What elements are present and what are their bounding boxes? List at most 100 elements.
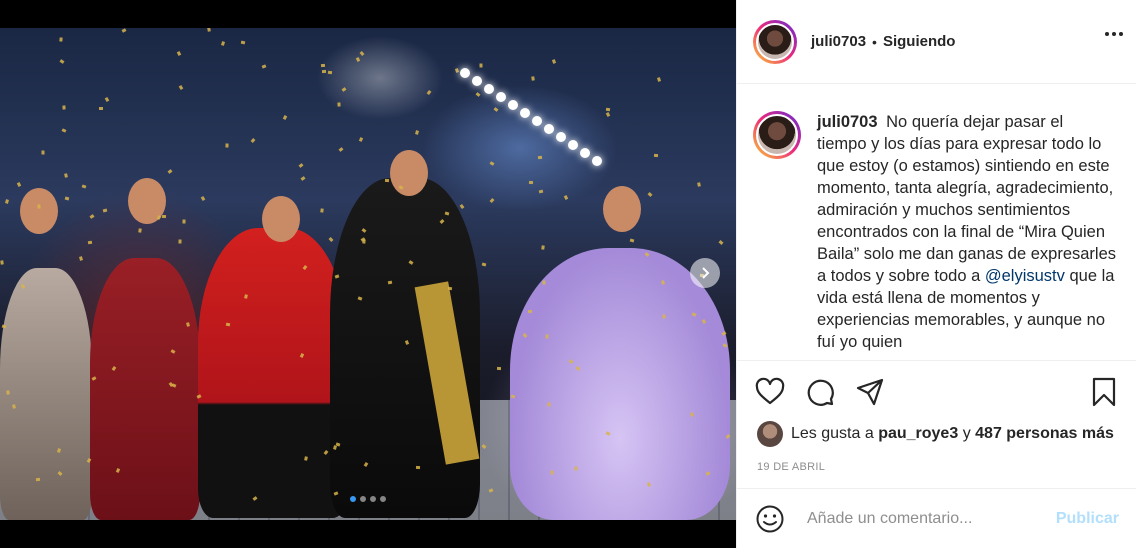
liker-username[interactable]: pau_roye3: [878, 425, 958, 443]
confetti: [186, 322, 190, 327]
carousel-dot: [370, 496, 376, 502]
confetti: [358, 137, 364, 142]
confetti: [104, 97, 110, 102]
confetti: [327, 70, 333, 75]
confetti: [35, 477, 41, 482]
separator-dot: •: [872, 33, 877, 50]
confetti: [538, 189, 544, 194]
stage-light: [544, 124, 554, 134]
follow-status-button[interactable]: Siguiendo: [883, 33, 956, 50]
likes-count-link[interactable]: 487 personas más: [975, 425, 1114, 443]
confetti: [527, 309, 533, 314]
caption-text: No quería dejar pasar el tiempo y los dí…: [817, 113, 1117, 285]
liker-avatar[interactable]: [757, 421, 783, 447]
confetti: [250, 138, 256, 143]
confetti: [99, 107, 103, 110]
add-comment-bar: Publicar: [737, 488, 1136, 548]
confetti: [444, 211, 450, 216]
heart-icon[interactable]: [755, 377, 785, 407]
confetti: [528, 180, 534, 185]
stage-light: [508, 100, 518, 110]
confetti: [161, 214, 167, 219]
confetti: [121, 28, 127, 33]
confetti: [87, 240, 93, 245]
confetti: [341, 87, 347, 92]
post-media: [0, 0, 736, 548]
confetti: [0, 260, 4, 265]
comment-input[interactable]: [807, 509, 1056, 528]
confetti: [656, 77, 662, 82]
confetti: [321, 69, 327, 74]
head: [603, 186, 641, 232]
confetti: [138, 228, 142, 233]
confetti: [167, 169, 173, 174]
caption-username[interactable]: juli0703: [817, 113, 878, 131]
confetti: [12, 404, 16, 409]
confetti: [537, 155, 543, 160]
author-username[interactable]: juli0703: [811, 33, 866, 50]
confetti: [718, 240, 724, 245]
chevron-right-icon: [702, 267, 710, 279]
stage-light: [580, 148, 590, 158]
next-slide-button[interactable]: [690, 258, 720, 288]
emoji-icon[interactable]: [755, 504, 785, 534]
post-header: juli0703 • Siguiendo: [737, 0, 1136, 84]
confetti: [531, 76, 535, 81]
confetti: [629, 238, 635, 243]
more-options-icon[interactable]: [1105, 32, 1123, 36]
comment-icon[interactable]: [805, 377, 835, 407]
confetti: [298, 163, 304, 168]
comments-section[interactable]: juli0703 No quería dejar pasar el tiempo…: [737, 85, 1136, 360]
post-date[interactable]: 19 DE ABRIL: [757, 461, 825, 473]
confetti: [89, 214, 95, 219]
confetti: [282, 115, 288, 120]
confetti: [178, 85, 184, 90]
share-icon[interactable]: [855, 377, 885, 407]
likes-prefix: Les gusta a: [791, 425, 874, 442]
confetti: [493, 107, 499, 112]
host-lilac-gown: [510, 248, 730, 520]
confetti: [337, 102, 341, 107]
confetti: [355, 57, 361, 62]
author-avatar[interactable]: [753, 19, 797, 64]
confetti: [545, 334, 549, 339]
dancer-silver-dress: [0, 268, 92, 520]
confetti: [653, 153, 659, 158]
likes-summary: Les gusta a pau_roye3 y 487 personas más: [757, 421, 1114, 447]
confetti: [697, 182, 701, 187]
confetti: [550, 470, 554, 475]
avatar-image: [756, 114, 798, 156]
confetti: [261, 64, 267, 69]
post-photo[interactable]: [0, 28, 736, 520]
caption-author-avatar[interactable]: [753, 111, 801, 159]
confetti: [41, 150, 45, 155]
confetti: [496, 366, 502, 371]
confetti: [300, 176, 306, 181]
confetti: [178, 239, 182, 244]
confetti: [384, 178, 390, 183]
bookmark-icon[interactable]: [1089, 377, 1119, 407]
caption-mention-link[interactable]: @elyisustv: [985, 267, 1065, 285]
confetti: [102, 208, 108, 213]
stage-light: [532, 116, 542, 126]
confetti: [426, 90, 432, 95]
carousel-dots: [0, 496, 736, 502]
confetti: [475, 92, 481, 97]
confetti: [661, 280, 665, 285]
confetti: [479, 63, 483, 68]
confetti: [328, 237, 334, 242]
publish-button[interactable]: Publicar: [1056, 510, 1119, 528]
stage-light: [520, 108, 530, 118]
confetti: [156, 215, 162, 220]
avatar-image: [756, 22, 794, 61]
confetti: [542, 280, 546, 285]
confetti: [176, 51, 182, 56]
confetti: [415, 130, 419, 135]
confetti: [481, 262, 487, 267]
confetti: [207, 28, 211, 32]
confetti: [182, 219, 186, 224]
confetti: [547, 402, 551, 407]
confetti: [647, 192, 653, 197]
confetti: [225, 322, 231, 327]
confetti: [574, 466, 578, 471]
